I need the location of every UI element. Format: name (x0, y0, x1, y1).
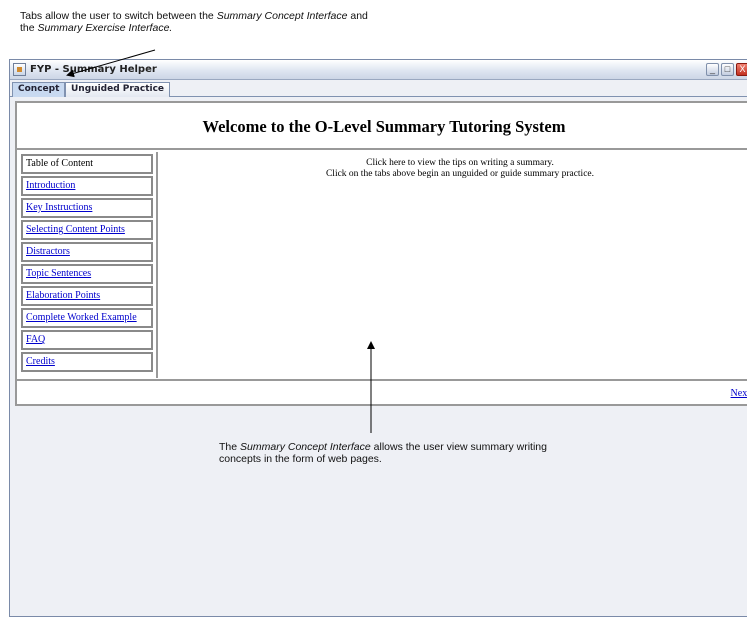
toc-link-distractors[interactable]: Distractors (26, 246, 70, 257)
maximize-button[interactable]: □ (721, 63, 734, 76)
tips-message[interactable]: Click here to view the tips on writing a… (165, 158, 747, 169)
concept-interface-annotation: The Summary Concept Interface allows the… (219, 441, 579, 465)
tabs-message: Click on the tabs above begin an unguide… (325, 169, 595, 179)
next-link[interactable]: Next (731, 388, 747, 399)
toc-link-introduction[interactable]: Introduction (26, 180, 75, 191)
window-title: FYP - Summary Helper (30, 64, 157, 75)
window-empty-area (10, 406, 747, 616)
minimize-button[interactable]: _ (706, 63, 719, 76)
main-message: Click here to view the tips on writing a… (165, 158, 747, 180)
close-button[interactable]: X (736, 63, 747, 76)
toc-header: Table of Content (21, 154, 153, 174)
toc-link-complete-worked-example[interactable]: Complete Worked Example (26, 312, 137, 323)
toc-item: Credits (21, 352, 153, 372)
toc-item: Topic Sentences (21, 264, 153, 284)
toc-item: FAQ (21, 330, 153, 350)
page-footer: Next (17, 379, 747, 402)
app-icon (13, 63, 26, 76)
toc-item: Key Instructions (21, 198, 153, 218)
tab-strip: Concept Unguided Practice (10, 80, 747, 97)
concept-annotation-emphasis: Summary Concept Interface (240, 441, 371, 453)
title-bar[interactable]: FYP - Summary Helper _ □ X (10, 60, 747, 80)
tabs-annotation-emphasis-2: Summary Exercise Interface. (37, 22, 173, 34)
toc-link-topic-sentences[interactable]: Topic Sentences (26, 268, 91, 279)
tab-concept[interactable]: Concept (12, 82, 66, 97)
concept-annotation-text-1: The (219, 441, 238, 453)
app-window: FYP - Summary Helper _ □ X Concept Ungui… (9, 59, 747, 617)
toc-item: Introduction (21, 176, 153, 196)
tab-unguided-practice[interactable]: Unguided Practice (65, 82, 171, 97)
toc-item: Elaboration Points (21, 286, 153, 306)
toc-item: Complete Worked Example (21, 308, 153, 328)
tabs-annotation-text-1: Tabs allow the user to switch between th… (20, 10, 214, 22)
toc-item: Selecting Content Points (21, 220, 153, 240)
tabs-annotation-emphasis-1: Summary Concept Interface (216, 10, 348, 22)
toc-link-faq[interactable]: FAQ (26, 334, 45, 345)
page-title: Welcome to the O-Level Summary Tutoring … (17, 103, 747, 150)
concept-page: Welcome to the O-Level Summary Tutoring … (15, 101, 747, 406)
tabs-annotation: Tabs allow the user to switch between th… (20, 10, 380, 34)
toc-link-key-instructions[interactable]: Key Instructions (26, 202, 92, 213)
toc-item: Distractors (21, 242, 153, 262)
table-of-contents: Table of Content Introduction Key Instru… (19, 152, 158, 378)
toc-link-elaboration-points[interactable]: Elaboration Points (26, 290, 100, 301)
toc-link-credits[interactable]: Credits (26, 356, 55, 367)
toc-link-selecting-content-points[interactable]: Selecting Content Points (26, 224, 125, 235)
